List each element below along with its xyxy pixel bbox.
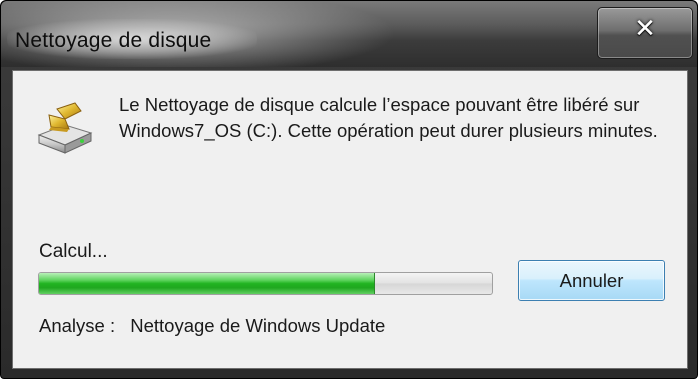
close-icon: ✕ bbox=[634, 14, 656, 44]
analysis-line: Analyse : Nettoyage de Windows Update bbox=[39, 315, 385, 337]
cancel-button[interactable]: Annuler bbox=[518, 260, 665, 301]
dialog-content: Le Nettoyage de disque calcule l’espace … bbox=[12, 70, 688, 369]
dialog-message: Le Nettoyage de disque calcule l’espace … bbox=[119, 94, 658, 141]
status-label: Calcul... bbox=[39, 241, 108, 262]
close-button[interactable]: ✕ bbox=[597, 7, 693, 59]
progress-bar bbox=[38, 272, 493, 295]
analysis-value: Nettoyage de Windows Update bbox=[130, 315, 386, 336]
window-title: Nettoyage de disque bbox=[15, 29, 212, 52]
dialog-window: Nettoyage de disque ✕ Le Nettoyage de di… bbox=[0, 0, 698, 379]
analysis-label: Analyse : bbox=[39, 315, 116, 336]
progress-fill bbox=[39, 273, 376, 294]
title-bar[interactable]: Nettoyage de disque ✕ bbox=[1, 1, 697, 67]
disk-cleanup-icon bbox=[37, 102, 93, 154]
